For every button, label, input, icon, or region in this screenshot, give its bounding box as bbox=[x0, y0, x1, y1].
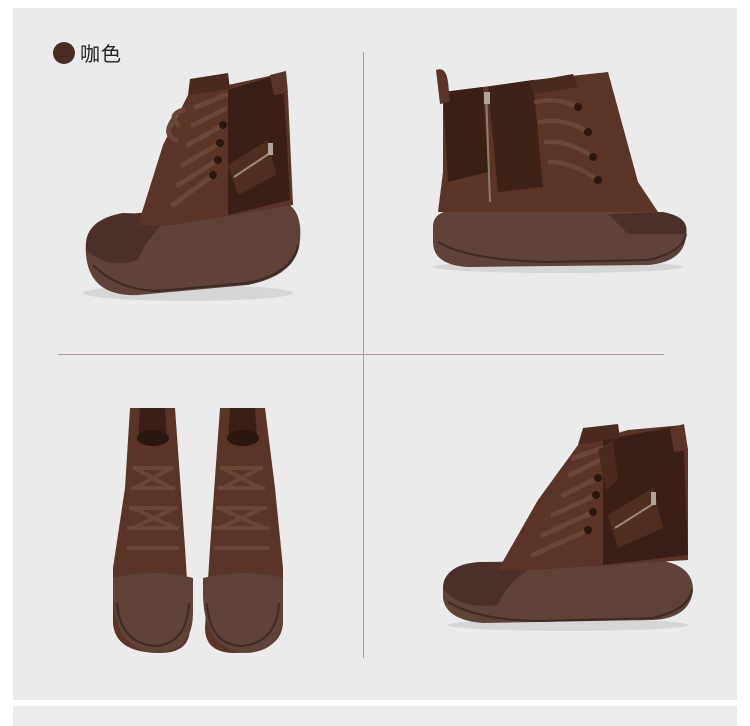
right-boot bbox=[203, 408, 283, 653]
boot-photo-three-quarter bbox=[438, 420, 698, 635]
boot-pair-photo-front bbox=[105, 398, 290, 663]
color-name: 咖色 bbox=[80, 42, 122, 66]
boot-photo-side-right bbox=[428, 62, 693, 277]
left-boot bbox=[113, 408, 193, 653]
vertical-divider bbox=[363, 52, 364, 658]
color-option-label: 咖色 bbox=[53, 38, 122, 67]
color-swatch bbox=[53, 41, 75, 64]
boot-photo-front-left bbox=[78, 65, 308, 305]
footer-strip bbox=[13, 706, 737, 726]
horizontal-divider bbox=[58, 354, 664, 355]
